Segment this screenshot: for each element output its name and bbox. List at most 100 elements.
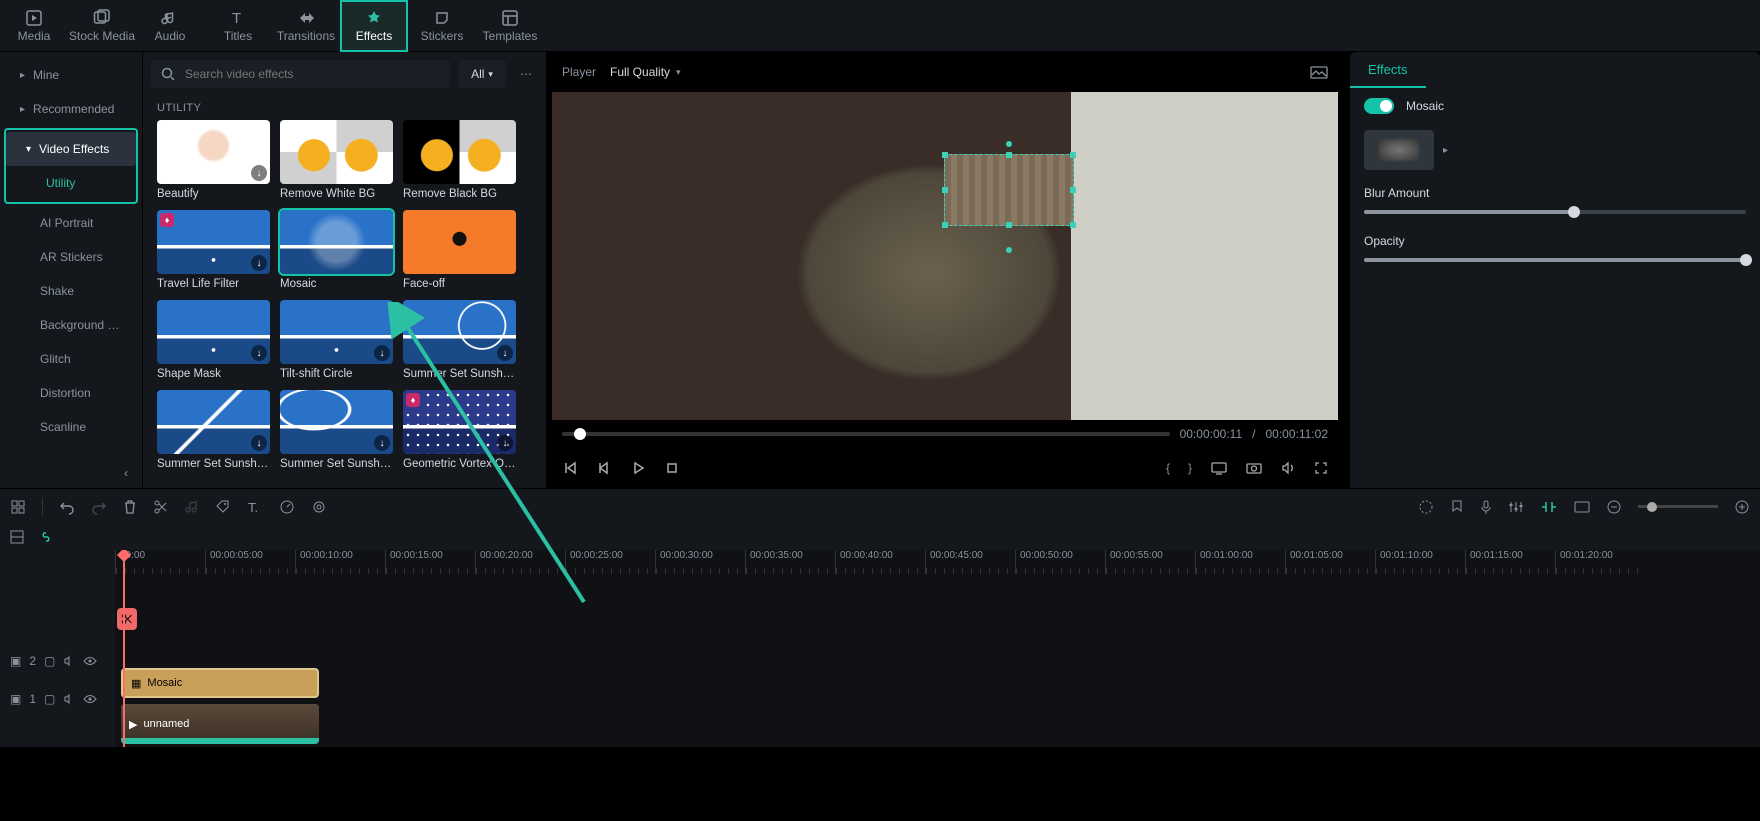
redo-button[interactable]: [91, 499, 107, 515]
effect-thumbnail[interactable]: [403, 120, 516, 184]
cat-glitch[interactable]: Glitch: [0, 342, 142, 376]
voice-button[interactable]: [1480, 499, 1492, 515]
cat-mine[interactable]: Mine: [0, 58, 142, 92]
effect-card[interactable]: ↓Beautify: [157, 120, 270, 200]
zoom-in-button[interactable]: [1734, 499, 1750, 515]
fullscreen-button[interactable]: [1314, 461, 1328, 475]
camera-button[interactable]: [1246, 461, 1262, 475]
marker-button[interactable]: [1450, 499, 1464, 515]
effect-card[interactable]: ♦↓Geometric Vortex Ove…: [403, 390, 516, 470]
layout-icon[interactable]: [10, 499, 26, 515]
download-icon[interactable]: ↓: [251, 345, 267, 361]
zoom-slider[interactable]: [1638, 505, 1718, 508]
stop-button[interactable]: [664, 460, 680, 476]
split-button[interactable]: [153, 499, 169, 515]
effect-thumbnail[interactable]: ♦↓: [157, 210, 270, 274]
effect-thumbnail[interactable]: [280, 210, 393, 274]
tab-audio[interactable]: Audio: [136, 0, 204, 52]
effect-thumbnail[interactable]: ↓: [157, 300, 270, 364]
effect-card[interactable]: ↓Tilt-shift Circle: [280, 300, 393, 380]
download-icon[interactable]: ↓: [251, 255, 267, 271]
tab-stickers[interactable]: Stickers: [408, 0, 476, 52]
undo-button[interactable]: [59, 499, 75, 515]
effect-thumbnail[interactable]: ↓: [403, 300, 516, 364]
seek-slider[interactable]: [562, 432, 1170, 436]
cat-background[interactable]: Background …: [0, 308, 142, 342]
effect-card[interactable]: ↓Summer Set Sunshine …: [280, 390, 393, 470]
download-icon[interactable]: ↓: [251, 435, 267, 451]
tab-titles[interactable]: TTitles: [204, 0, 272, 52]
mosaic-enable-toggle[interactable]: [1364, 98, 1394, 114]
effect-card[interactable]: ↓Shape Mask: [157, 300, 270, 380]
download-icon[interactable]: ↓: [251, 165, 267, 181]
cat-utility[interactable]: Utility: [6, 166, 136, 200]
quality-dropdown[interactable]: Full Quality▾: [610, 65, 681, 79]
effect-card[interactable]: Face-off: [403, 210, 516, 290]
tag-button[interactable]: [215, 499, 231, 515]
effect-thumbnail[interactable]: ↓: [157, 390, 270, 454]
delete-button[interactable]: [123, 499, 137, 515]
effect-card[interactable]: Remove Black BG: [403, 120, 516, 200]
video-track-header[interactable]: ▣1 ▢: [0, 678, 115, 720]
search-input[interactable]: [183, 66, 440, 82]
track-lock-icon[interactable]: ▢: [44, 692, 55, 706]
cat-recommended[interactable]: Recommended: [0, 92, 142, 126]
track-mute-icon[interactable]: [63, 655, 75, 667]
effect-card[interactable]: Mosaic: [280, 210, 393, 290]
mosaic-preset-selector[interactable]: [1364, 130, 1434, 170]
effect-thumbnail[interactable]: [403, 210, 516, 274]
volume-button[interactable]: [1280, 460, 1296, 476]
snap-toggle[interactable]: [1574, 501, 1590, 513]
effect-thumbnail[interactable]: ↓: [280, 300, 393, 364]
tab-stock-media[interactable]: Stock Media: [68, 0, 136, 52]
opacity-slider[interactable]: [1364, 258, 1746, 262]
auto-ripple-button[interactable]: [1540, 499, 1558, 515]
track-visibility-icon[interactable]: [83, 656, 97, 666]
video-clip[interactable]: ▶unnamed: [121, 704, 319, 744]
cat-ai-portrait[interactable]: AI Portrait: [0, 206, 142, 240]
speed-button[interactable]: [279, 499, 295, 515]
cat-ar-stickers[interactable]: AR Stickers: [0, 240, 142, 274]
prev-frame-button[interactable]: [562, 460, 578, 476]
cat-distortion[interactable]: Distortion: [0, 376, 142, 410]
playhead[interactable]: [123, 550, 125, 747]
effect-card[interactable]: ↓Summer Set Sunshine …: [157, 390, 270, 470]
display-settings-button[interactable]: [1210, 461, 1228, 475]
sidebar-collapse-button[interactable]: ‹: [0, 458, 142, 488]
color-button[interactable]: [311, 499, 327, 515]
cat-scanline[interactable]: Scanline: [0, 410, 142, 444]
download-icon[interactable]: ↓: [374, 345, 390, 361]
more-options-button[interactable]: ⋯: [514, 67, 538, 81]
track-expand-icon[interactable]: ▢: [44, 654, 55, 668]
text-tool-button[interactable]: T.: [247, 499, 263, 515]
download-icon[interactable]: ↓: [374, 435, 390, 451]
zoom-out-button[interactable]: [1606, 499, 1622, 515]
cut-marker[interactable]: [117, 608, 137, 630]
effect-card[interactable]: ♦↓Travel Life Filter: [157, 210, 270, 290]
blur-amount-slider[interactable]: [1364, 210, 1746, 214]
effect-thumbnail[interactable]: ↓: [280, 390, 393, 454]
track-manage-icon[interactable]: [10, 530, 24, 544]
fx-track-header[interactable]: ▣2 ▢: [0, 644, 115, 678]
effect-card[interactable]: Remove White BG: [280, 120, 393, 200]
mixer-button[interactable]: [1508, 499, 1524, 515]
timeline-tracks-area[interactable]: 00:0000:00:05:0000:00:10:0000:00:15:0000…: [115, 550, 1760, 747]
mark-out-button[interactable]: }: [1188, 461, 1192, 475]
properties-tab-effects[interactable]: Effects: [1350, 52, 1426, 88]
timeline-ruler[interactable]: 00:0000:00:05:0000:00:10:0000:00:15:0000…: [115, 550, 1760, 574]
cat-video-effects[interactable]: Video Effects: [6, 132, 136, 166]
tab-templates[interactable]: Templates: [476, 0, 544, 52]
effect-thumbnail[interactable]: ↓: [157, 120, 270, 184]
tab-effects[interactable]: Effects: [340, 0, 408, 52]
mark-in-button[interactable]: {: [1166, 461, 1170, 475]
video-preview[interactable]: [552, 92, 1338, 420]
render-button[interactable]: [1418, 499, 1434, 515]
download-icon[interactable]: ↓: [497, 345, 513, 361]
track-mute-icon[interactable]: [63, 693, 75, 705]
download-icon[interactable]: ↓: [497, 435, 513, 451]
track-visibility-icon[interactable]: [83, 694, 97, 704]
effect-card[interactable]: ↓Summer Set Sunshine …: [403, 300, 516, 380]
tab-transitions[interactable]: Transitions: [272, 0, 340, 52]
cat-shake[interactable]: Shake: [0, 274, 142, 308]
step-back-button[interactable]: [596, 460, 612, 476]
